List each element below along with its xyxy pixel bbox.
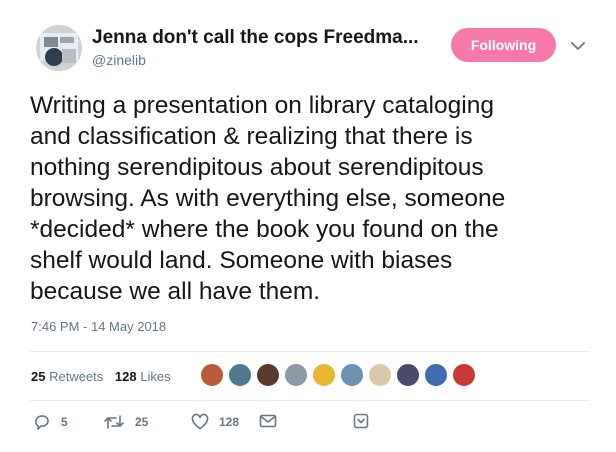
- avatar-image: [36, 25, 82, 71]
- retweet-button[interactable]: 25: [103, 413, 148, 431]
- liker-avatar-4[interactable]: [284, 363, 308, 387]
- retweets-count: 25: [31, 369, 46, 384]
- likes-label: Likes: [140, 369, 171, 384]
- author-name[interactable]: Jenna don't call the cops Freedma...: [92, 27, 419, 49]
- heart-icon: [191, 413, 209, 430]
- liker-avatar-7[interactable]: [368, 363, 392, 387]
- retweet-count: 25: [135, 415, 149, 429]
- retweet-icon: [104, 415, 124, 429]
- like-count: 128: [219, 415, 240, 429]
- liker-avatars: [200, 363, 480, 387]
- divider-top: [30, 351, 590, 352]
- liker-avatar-9[interactable]: [424, 363, 448, 387]
- likes-stat[interactable]: 128 Likes: [115, 369, 171, 384]
- author-handle[interactable]: @zinelib: [92, 52, 146, 68]
- tweet-text: Writing a presentation on library catalo…: [30, 92, 506, 305]
- liker-avatar-1[interactable]: [200, 363, 224, 387]
- envelope-icon: [259, 414, 277, 428]
- liker-avatar-2[interactable]: [228, 363, 252, 387]
- liker-avatar-6[interactable]: [340, 363, 364, 387]
- retweets-stat[interactable]: 25 Retweets: [31, 369, 103, 384]
- reply-count: 5: [61, 415, 68, 429]
- tweet-timestamp[interactable]: 7:46 PM - 14 May 2018: [31, 319, 166, 334]
- bookmark-menu-button[interactable]: [353, 413, 369, 429]
- liker-avatar-5[interactable]: [312, 363, 336, 387]
- caret-icon: [353, 413, 369, 429]
- likes-count: 128: [114, 369, 137, 384]
- direct-message-button[interactable]: [259, 413, 277, 429]
- divider-bottom: [30, 400, 590, 401]
- author-avatar[interactable]: [36, 25, 82, 71]
- following-button[interactable]: Following: [451, 28, 556, 62]
- reply-icon: [35, 415, 49, 430]
- more-options-caret[interactable]: [571, 38, 585, 56]
- liker-avatar-10[interactable]: [452, 363, 476, 387]
- engagement-stats: 25 Retweets 128 Likes: [31, 369, 179, 384]
- liker-avatar-8[interactable]: [396, 363, 420, 387]
- chevron-down-icon: [571, 42, 585, 50]
- reply-button[interactable]: 5: [33, 413, 68, 431]
- like-button[interactable]: 128: [191, 413, 239, 431]
- retweets-label: Retweets: [49, 369, 104, 384]
- liker-avatar-3[interactable]: [256, 363, 280, 387]
